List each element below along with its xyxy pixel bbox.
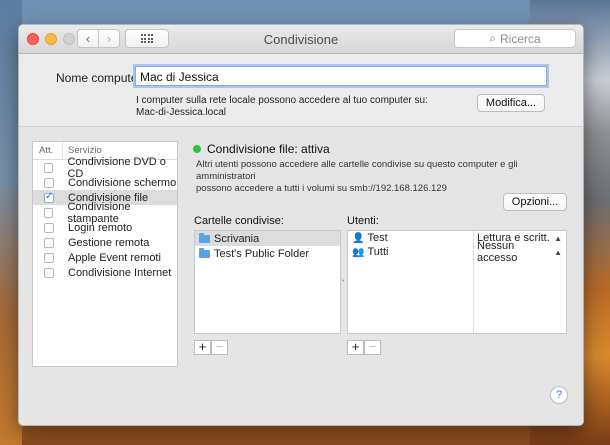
options-button[interactable]: Opzioni... (503, 193, 567, 211)
service-list: Att. Servizio Condivisione DVD o CD Cond… (32, 141, 178, 367)
folder-item[interactable]: Test's Public Folder (195, 246, 340, 261)
service-item[interactable]: Condivisione schermo (33, 175, 177, 190)
search-placeholder: Ricerca (500, 31, 541, 46)
computer-name-help: I computer sulla rete locale possono acc… (136, 95, 428, 119)
computer-name-section: Nome computer: Mac di Jessica I computer… (19, 54, 583, 126)
remove-folder-button[interactable]: − (211, 340, 228, 355)
service-description-line1: Altri utenti possono accedere alle carte… (196, 159, 518, 182)
service-item[interactable]: Condivisione DVD o CD (33, 156, 177, 180)
service-status: Condivisione file: attiva (207, 142, 330, 156)
computer-name-label: Nome computer: (56, 71, 145, 85)
service-checkbox[interactable] (44, 162, 54, 173)
user-item[interactable]: 👤 Test (348, 231, 473, 245)
service-label: Apple Event remoti (68, 251, 161, 264)
updown-chevron-icon: ▲︎ (554, 233, 562, 243)
title-bar: ‹ › Condivisione ⌕ Ricerca (19, 25, 583, 54)
search-icon: ⌕ (489, 31, 497, 45)
folder-name: Scrivania (214, 232, 260, 245)
column-header-service[interactable]: Servizio (63, 145, 102, 156)
computer-name-input[interactable]: Mac di Jessica (135, 66, 547, 86)
service-label: Login remoto (68, 221, 133, 234)
group-icon: 👥 (352, 246, 365, 258)
add-user-button[interactable]: + (347, 340, 364, 355)
users-label: Utenti: (347, 215, 379, 227)
users-list: 👤 Test 👥 Tutti Lettura e scritt. ▲︎ Ness… (347, 230, 567, 334)
status-indicator-icon (193, 145, 201, 153)
service-item[interactable]: Condivisione stampante (33, 201, 177, 225)
preferences-window: ‹ › Condivisione ⌕ Ricerca Nome computer… (18, 24, 584, 426)
service-checkbox[interactable] (44, 267, 54, 278)
user-name: Tutti (367, 246, 389, 258)
updown-chevron-icon: ▲︎ (554, 247, 562, 257)
folder-icon (199, 247, 210, 258)
service-checkbox[interactable] (44, 222, 54, 233)
service-label: Gestione remota (68, 236, 150, 249)
service-checkbox[interactable] (44, 207, 54, 218)
service-checkbox-checked[interactable] (44, 191, 54, 203)
user-item[interactable]: 👥 Tutti (348, 245, 473, 259)
add-folder-button[interactable]: + (194, 340, 211, 355)
service-item[interactable]: Condivisione Internet (33, 265, 177, 280)
computer-name-help-line1: I computer sulla rete locale possono acc… (136, 95, 428, 106)
service-checkbox[interactable] (44, 177, 54, 188)
user-name: Test (367, 232, 388, 244)
split-handle-icon[interactable]: • (342, 278, 344, 285)
service-item[interactable]: Apple Event remoti (33, 250, 177, 265)
shared-folders-label: Cartelle condivise: (194, 215, 284, 227)
service-label: Condivisione Internet (68, 266, 172, 279)
service-checkbox[interactable] (44, 252, 54, 263)
folder-icon (199, 232, 210, 243)
column-header-on[interactable]: Att. (33, 142, 63, 159)
permission-value: Nessun accesso (477, 240, 518, 264)
help-button[interactable]: ? (550, 386, 568, 404)
permission-popup[interactable]: Nessun accesso ▲︎ (473, 240, 566, 264)
service-label: Condivisione schermo (68, 176, 177, 189)
folder-name: Test's Public Folder (214, 247, 310, 260)
remove-user-button[interactable]: − (364, 340, 381, 355)
permissions-column: Lettura e scritt. ▲︎ Nessun accesso ▲︎ (473, 231, 566, 333)
user-icon: 👤 (352, 232, 365, 244)
users-column: 👤 Test 👥 Tutti (348, 231, 474, 333)
service-item[interactable]: Gestione remota (33, 235, 177, 250)
computer-name-local-address: Mac-di-Jessica.local (136, 107, 227, 118)
sharing-section: Att. Servizio Condivisione DVD o CD Cond… (19, 127, 583, 425)
shared-folders-list: Scrivania Test's Public Folder (194, 230, 341, 334)
edit-name-button[interactable]: Modifica... (477, 94, 545, 112)
service-description: Altri utenti possono accedere alle carte… (196, 159, 566, 195)
search-field[interactable]: ⌕ Ricerca (454, 29, 576, 48)
folder-item-selected[interactable]: Scrivania (195, 231, 340, 246)
service-checkbox[interactable] (44, 237, 54, 248)
